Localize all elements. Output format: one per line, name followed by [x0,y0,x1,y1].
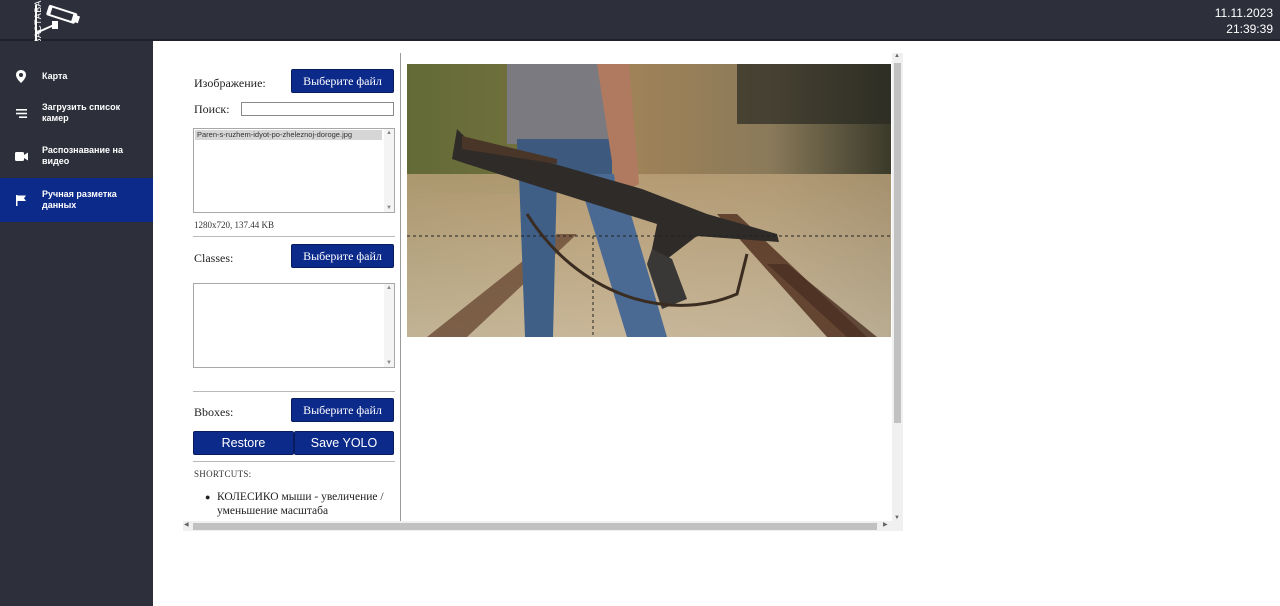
sidebar-item-label: Ручная разметка данных [42,189,117,210]
divider [193,461,395,462]
scroll-up-icon[interactable]: ▲ [386,285,392,291]
list-item: ● КОЛЕСИКО мыши - увеличение / уменьшени… [205,490,395,518]
sidebar-item-label: Загрузить список камер [42,102,121,123]
scrollbar-thumb[interactable] [894,63,901,423]
classes-label: Classes: [194,251,234,265]
search-input[interactable] [241,102,394,116]
scroll-down-icon[interactable]: ▼ [386,360,392,366]
scroll-left-icon[interactable]: ◀ [184,521,189,528]
choose-bboxes-file-button[interactable]: Выберите файл [291,398,394,422]
app-logo[interactable]: ЗАСТАВА [22,0,84,44]
sidebar-item-upload-cameras[interactable]: Загрузить список камер [0,101,153,125]
scroll-up-icon[interactable]: ▲ [386,130,392,136]
labeling-panel: Изображение: Выберите файл Поиск: Paren-… [183,53,903,531]
divider [193,236,395,237]
sidebar-item-map[interactable]: Карта [0,67,153,85]
top-bar: ЗАСТАВА 11.11.2023 21:39:39 [0,0,1280,44]
shortcut-list: ● КОЛЕСИКО мыши - увеличение / уменьшени… [205,490,395,518]
camera-logo-icon [35,4,81,41]
sidebar-item-label: Распознавание на видео [42,145,123,166]
vertical-scrollbar[interactable]: ▲ ▼ [892,53,903,521]
list-scrollbar[interactable]: ▲ ▼ [384,284,394,367]
list-item[interactable]: Paren-s-ruzhem-idyot-po-zheleznoj-doroge… [195,130,382,140]
flag-icon [0,194,42,206]
restore-button[interactable]: Restore [193,431,294,455]
sidebar-item-video-recognition[interactable]: Распознавание на видео [0,144,153,168]
current-date: 11.11.2023 [1214,6,1273,20]
video-icon [0,151,42,161]
annotation-canvas[interactable] [407,64,891,337]
shortcuts-title: SHORTCUTS: [194,469,252,479]
scroll-right-icon[interactable]: ▶ [883,521,888,528]
list-scrollbar[interactable]: ▲ ▼ [384,129,394,212]
labeled-image [407,64,891,337]
list-icon [0,108,42,118]
choose-classes-file-button[interactable]: Выберите файл [291,244,394,268]
horizontal-scrollbar[interactable]: ◀ ▶ [183,521,903,531]
sidebar-item-manual-labeling[interactable]: Ручная разметка данных [0,178,153,222]
image-label: Изображение: [194,76,266,90]
scroll-up-icon[interactable]: ▲ [894,53,900,59]
bullet-icon: ● [205,492,211,502]
divider [193,391,395,392]
scrollbar-thumb[interactable] [193,523,877,530]
scroll-down-icon[interactable]: ▼ [386,205,392,211]
map-pin-icon [0,69,42,83]
bboxes-label: Bboxes: [194,405,234,419]
classes-list[interactable]: ▲ ▼ [193,283,395,368]
image-file-list[interactable]: Paren-s-ruzhem-idyot-po-zheleznoj-doroge… [193,128,395,213]
image-meta: 1280x720, 137.44 KB [194,220,275,230]
sidebar-item-label: Карта [42,70,68,81]
choose-image-file-button[interactable]: Выберите файл [291,69,394,93]
current-time: 21:39:39 [1226,22,1273,36]
datetime: 11.11.2023 21:39:39 [1215,5,1273,37]
search-label: Поиск: [194,102,230,116]
sidebar: Карта Загрузить список камер Распознаван… [0,41,153,606]
save-yolo-button[interactable]: Save YOLO [294,431,394,455]
controls-column: Изображение: Выберите файл Поиск: Paren-… [183,53,401,521]
shortcut-text: КОЛЕСИКО мыши - увеличение / уменьшение … [217,491,384,517]
